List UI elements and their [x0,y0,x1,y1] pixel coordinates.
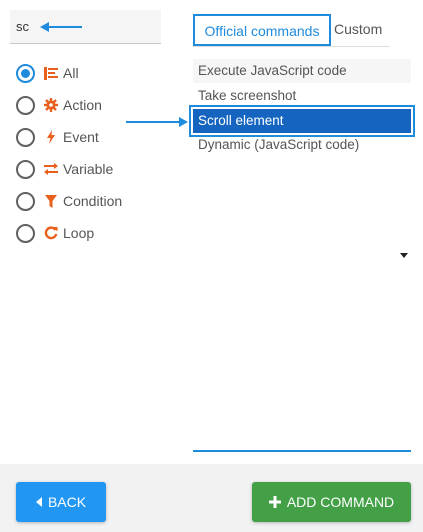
add-command-button[interactable]: ADD COMMAND [252,482,411,522]
filter-label: Variable [63,161,114,177]
filter-label: Action [63,97,102,113]
radio-all[interactable] [16,63,35,83]
filter-loop[interactable]: Loop [16,221,94,245]
filter-label: Loop [63,225,95,241]
filter-action[interactable]: Action [16,93,102,117]
list-icon [43,66,59,80]
tab-custom[interactable]: Custom [334,14,390,46]
bolt-icon [43,130,59,144]
radio-event[interactable] [16,127,35,147]
radio-variable[interactable] [16,159,35,179]
back-button-label: BACK [47,494,87,510]
radio-condition[interactable] [16,191,35,211]
gear-icon [43,98,59,112]
exchange-icon [43,163,59,175]
filter-all[interactable]: All [16,61,79,85]
filter-label: Condition [63,193,123,209]
command-item-take-screenshot[interactable]: Take screenshot [193,84,411,108]
search-value: sc [16,19,29,34]
tab-official-commands[interactable]: Official commands [193,14,331,46]
search-input[interactable]: sc [10,10,161,44]
list-focus-underline [193,450,411,452]
command-item-dynamic-javascript[interactable]: Dynamic (JavaScript code) [193,133,411,157]
radio-loop[interactable] [16,223,35,243]
filter-event[interactable]: Event [16,125,99,149]
back-button[interactable]: BACK [16,482,106,522]
annotation-arrow-command [126,117,188,127]
dialog-footer: BACK ADD COMMAND [0,464,423,532]
command-item-scroll-element[interactable]: Scroll element [189,105,415,137]
annotation-arrow-search [40,22,82,32]
dropdown-caret-icon[interactable] [400,253,408,258]
filter-icon [43,194,59,208]
tab-divider [193,46,390,47]
command-item-execute-javascript[interactable]: Execute JavaScript code [193,59,411,83]
caret-left-icon [35,497,42,507]
add-command-button-label: ADD COMMAND [286,494,395,510]
radio-action[interactable] [16,95,35,115]
plus-icon [268,496,281,508]
filter-variable[interactable]: Variable [16,157,113,181]
filter-label: All [63,65,79,81]
filter-condition[interactable]: Condition [16,189,122,213]
refresh-icon [43,226,59,240]
filter-label: Event [63,129,99,145]
